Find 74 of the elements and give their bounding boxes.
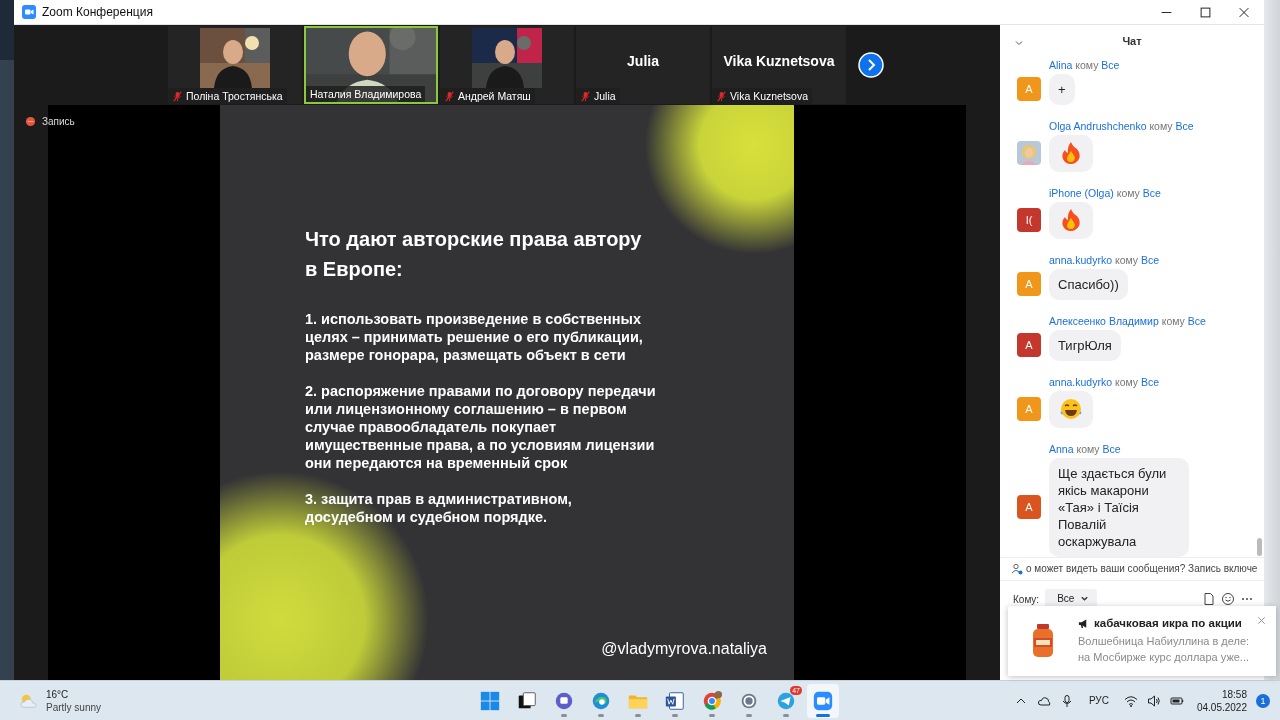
avatar: A	[1017, 397, 1041, 422]
participant-tile[interactable]: Поліна Тростянська	[168, 26, 302, 104]
close-icon[interactable]	[1257, 616, 1266, 625]
slide-paragraph: 1. использовать произведение в собственных целях – принимать решение о его публикации, размере гонорара, размещать объект в сети	[305, 310, 644, 364]
word-icon	[664, 689, 686, 712]
speaker-icon[interactable]	[1146, 693, 1161, 708]
slide-paragraph: 2. распоряжение правами по договору передачи или лицензионному соглашению – в первом случае правообладатель покупает имущественные права, а по условиям лицензии они передаются на временный срок	[305, 382, 657, 472]
window-title: Zoom Конференция	[42, 5, 153, 19]
notification-count[interactable]: 1	[1256, 693, 1270, 708]
clock[interactable]: 18:58 04.05.2022	[1196, 687, 1247, 714]
participant-tile[interactable]: Андрей Матяш	[440, 26, 574, 104]
slide-paragraph: 3. защита прав в административном, досудебном и судебном порядке.	[305, 490, 573, 526]
avatar: I(	[1017, 208, 1041, 233]
avatar: A	[1017, 272, 1041, 297]
slide-title: Что дают авторские права автору в Европе:	[305, 227, 643, 282]
message-bubble: Ще здається були якісь макарони «Тая» і Таїсія Повалій оскаржувала	[1049, 457, 1189, 557]
participant-tile[interactable]: Наталия Владимирова	[304, 26, 438, 104]
recording-label: Запись	[42, 116, 75, 127]
running-indicator	[709, 713, 715, 717]
message-header: iPhone (Olga) кому Все	[1048, 186, 1162, 199]
participant-name: Vika Kuznetsova	[723, 53, 835, 69]
notification-title: кабачковая икра по акции	[1094, 617, 1242, 629]
temperature: 16°C	[46, 687, 70, 701]
message-bubble: +	[1049, 73, 1075, 105]
chat-title: Чат	[1122, 35, 1142, 48]
running-indicator	[783, 713, 789, 717]
name-label: Андрей Матяш	[440, 88, 535, 104]
running-indicator	[561, 713, 567, 717]
message-header: anna.kudyrko кому Все	[1048, 253, 1161, 266]
emoji-icon[interactable]	[1221, 591, 1235, 606]
avatar: A	[1017, 77, 1041, 102]
scrollbar[interactable]	[1257, 537, 1262, 556]
message-header: Alina кому Все	[1048, 58, 1121, 71]
weather-condition: Partly sunny	[46, 700, 102, 714]
wifi-icon[interactable]	[1123, 693, 1138, 708]
running-indicator	[672, 713, 678, 717]
participant-name: Julia	[627, 53, 659, 69]
laughing-emoji-icon	[1059, 397, 1083, 422]
avatar: A	[1017, 333, 1041, 358]
camera-icon	[22, 5, 36, 19]
name-label: Julia	[576, 88, 620, 104]
chrome-icon	[701, 689, 723, 712]
recipient-dropdown[interactable]: Все	[1045, 588, 1098, 608]
recipient-label: Кому:	[1013, 593, 1040, 605]
next-page-icon[interactable]	[858, 52, 884, 78]
message-bubble: Спасибо))	[1049, 268, 1128, 300]
message-header: Алексеенко Владимир кому Все	[1048, 314, 1207, 327]
running-indicator	[598, 713, 604, 717]
message-header: anna.kudyrko кому Все	[1048, 375, 1161, 388]
running-indicator	[746, 713, 752, 717]
notification-body: Волшебница Набиуллина в деле: на Мосбирже курс доллара уже...	[1078, 634, 1250, 665]
message-bubble: ТигрЮля	[1049, 329, 1121, 361]
name-label: Поліна Тростянська	[168, 88, 287, 104]
megaphone-icon	[1078, 617, 1089, 629]
participant-tile[interactable]: Julia Julia	[576, 26, 710, 104]
participant-tile[interactable]: Vika Kuznetsova Vika Kuznetsova	[712, 26, 846, 104]
windows-logo-icon	[479, 689, 501, 712]
name-label: Наталия Владимирова	[306, 86, 426, 102]
language-indicator[interactable]: РУС	[1088, 695, 1109, 706]
running-indicator	[635, 713, 641, 717]
message-header: Olga Andrushchenko кому Все	[1048, 119, 1195, 132]
privacy-notice: о может видеть ваши сообщения? Запись включе	[1026, 563, 1258, 575]
recording-icon	[25, 116, 36, 127]
file-icon[interactable]	[1202, 591, 1216, 606]
name-label: Vika Kuznetsova	[712, 88, 813, 104]
fire-icon	[1059, 141, 1083, 166]
message-header: Anna кому Все	[1048, 442, 1122, 455]
zoom-icon	[812, 689, 834, 712]
person-icon	[1011, 562, 1023, 575]
slide-handle: @vladymyrova.nataliya	[601, 640, 767, 658]
notification-toast[interactable]: кабачковая икра по акции Волшебница Набиуллина в деле: на Мосбирже курс доллара уже...	[1008, 606, 1276, 676]
running-indicator	[816, 713, 830, 717]
fire-icon	[1059, 208, 1083, 233]
avatar: A	[1017, 495, 1041, 520]
